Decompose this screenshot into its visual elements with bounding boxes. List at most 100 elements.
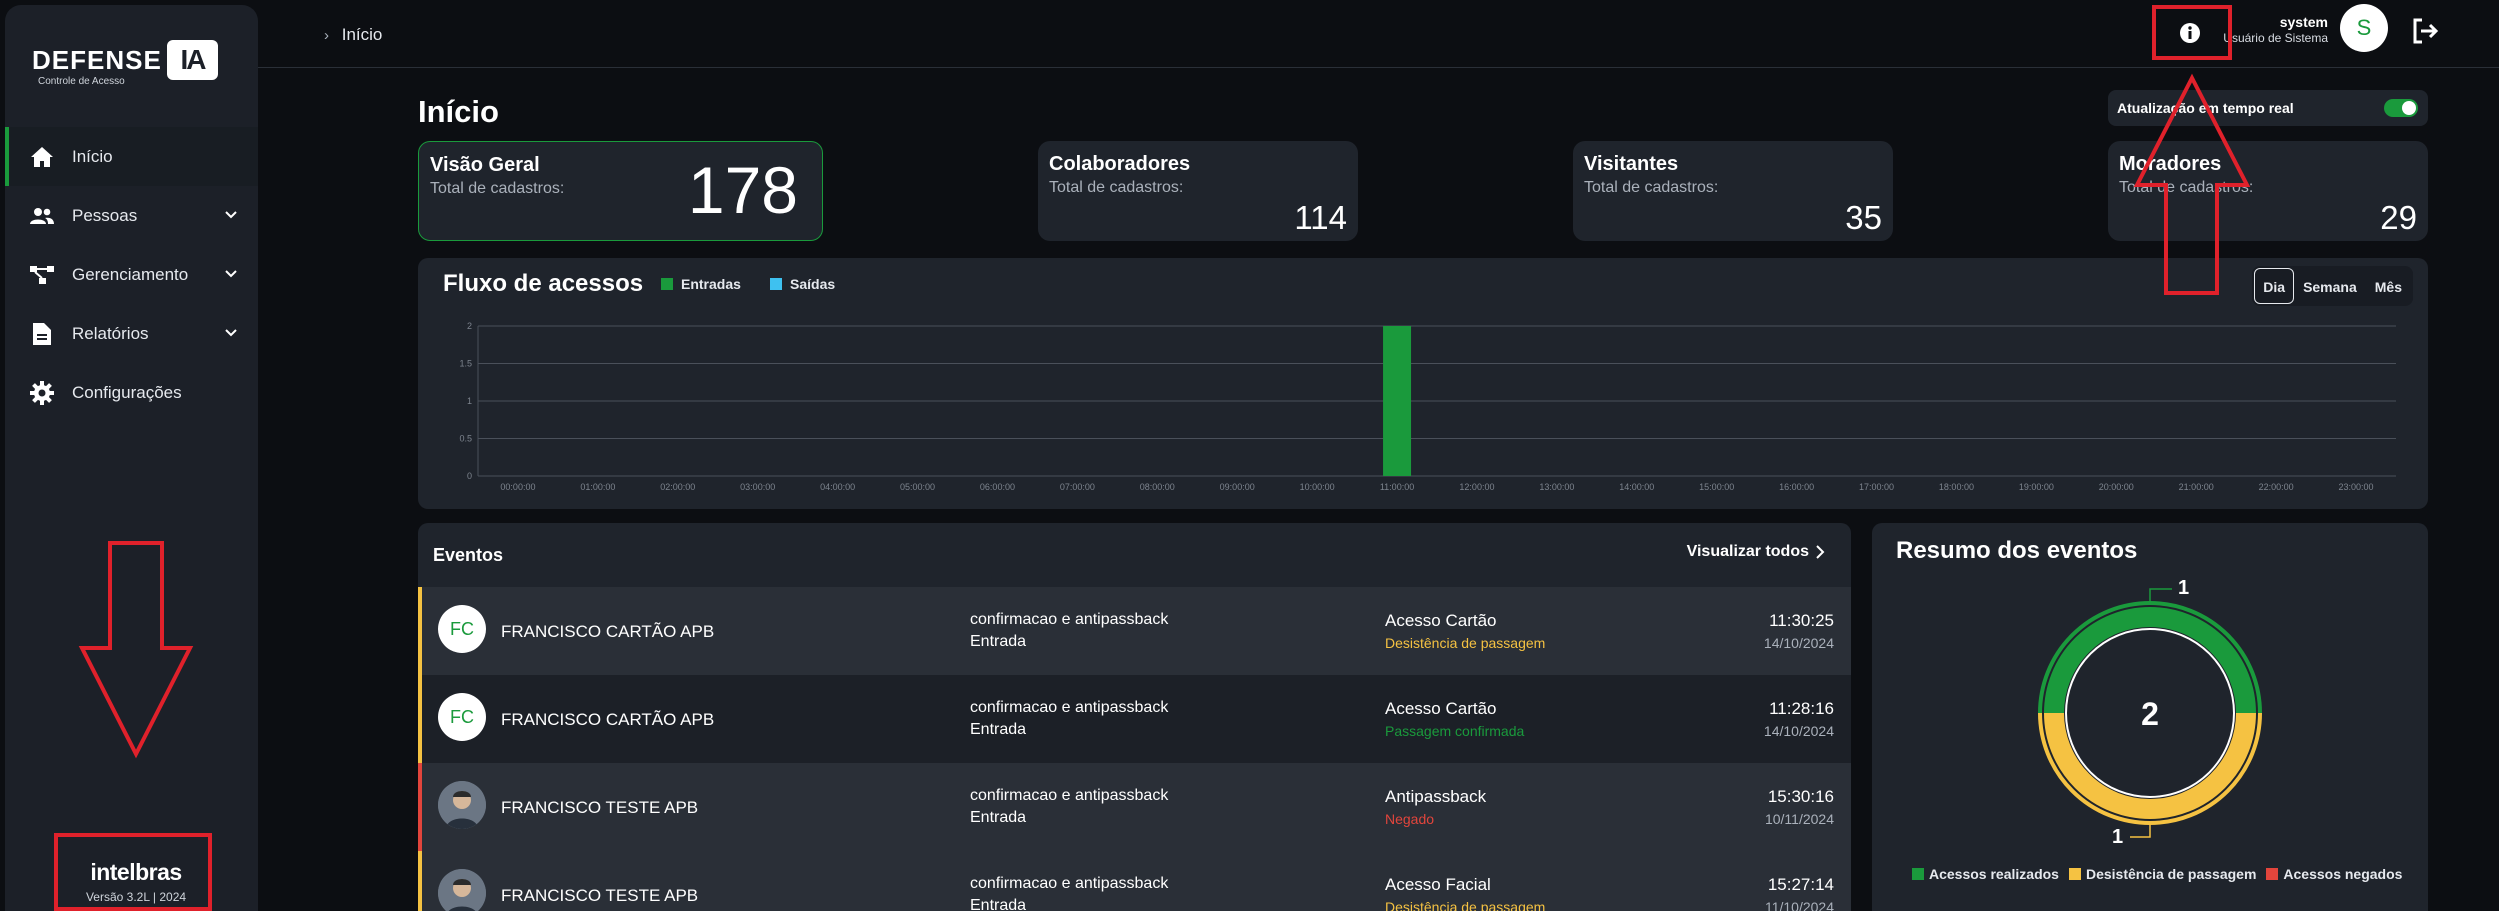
x-tick-label: 05:00:00 (900, 482, 935, 492)
x-tick-label: 22:00:00 (2259, 482, 2294, 492)
sidebar-item-gerenciamento[interactable]: Gerenciamento (5, 245, 258, 304)
home-icon (30, 145, 54, 169)
event-rule-name: confirmacao e antipassback (970, 787, 1169, 804)
event-person: FRANCISCO CARTÃO APB (501, 622, 715, 641)
event-direction: Entrada (970, 897, 1027, 911)
event-time: 15:30:16 (1767, 787, 1834, 806)
event-type: Antipassback (1385, 787, 1487, 806)
realtime-label: Atualização em tempo real (2117, 100, 2294, 116)
x-tick-label: 00:00:00 (500, 482, 535, 492)
event-direction: Entrada (970, 721, 1027, 738)
period-day-button[interactable]: Dia (2254, 268, 2295, 304)
legend-saidas[interactable]: Saídas (770, 276, 835, 292)
legend-realizados[interactable]: Acessos realizados (1912, 866, 2059, 882)
x-tick-label: 18:00:00 (1939, 482, 1974, 492)
legend-negados[interactable]: Acessos negados (2266, 866, 2402, 882)
x-tick-label: 06:00:00 (980, 482, 1015, 492)
event-status: Passagem confirmada (1385, 723, 1525, 739)
x-tick-label: 01:00:00 (580, 482, 615, 492)
event-status: Desistência de passagem (1385, 899, 1546, 911)
table-row[interactable]: FRANCISCO TESTE APB confirmacao e antipa… (418, 763, 1851, 851)
table-row[interactable]: FC FRANCISCO CARTÃO APB confirmacao e an… (418, 587, 1851, 675)
legend-entradas[interactable]: Entradas (661, 276, 741, 292)
event-rule: confirmacao e antipassback Entrada (970, 697, 1168, 741)
sidebar-item-label: Pessoas (72, 205, 138, 225)
period-month-button[interactable]: Mês (2366, 268, 2411, 304)
person-photo-icon (438, 781, 486, 829)
summary-legend: Acessos realizados Desistência de passag… (1912, 866, 2412, 882)
period-week-button[interactable]: Semana (2294, 268, 2366, 304)
event-time: 11:30:25 (1769, 611, 1834, 630)
events-panel: Eventos Visualizar todos FC FRANCISCO CA… (418, 523, 1851, 911)
event-direction: Entrada (970, 809, 1027, 826)
card-title: Visão Geral (430, 154, 540, 176)
x-tick-label: 04:00:00 (820, 482, 855, 492)
card-subtitle: Total de cadastros: (1584, 179, 1719, 196)
event-type: Acesso Cartão (1385, 611, 1497, 630)
event-person: FRANCISCO TESTE APB (501, 798, 699, 817)
card-value: 35 (1845, 199, 1882, 236)
card-overview: Visão Geral Total de cadastros: 178 (418, 141, 823, 241)
event-rule-name: confirmacao e antipassback (970, 611, 1169, 628)
event-date: 10/11/2024 (1764, 811, 1834, 827)
y-tick-label: 1 (467, 396, 472, 406)
x-tick-label: 11:00:00 (1380, 482, 1414, 492)
status-bar (418, 587, 422, 675)
card-title: Colaboradores (1049, 153, 1191, 175)
access-flow-panel: Fluxo de acessos Entradas Saídas Dia Sem… (418, 258, 2428, 509)
legend-swatch (661, 278, 673, 290)
card-title: Moradores (2119, 153, 2222, 175)
sidebar-item-relatorios[interactable]: Relatórios (5, 304, 258, 363)
user-role: Usuário de Sistema (2223, 31, 2328, 45)
legend-swatch (2068, 868, 2081, 880)
card-visitantes: Visitantes Total de cadastros: 35 (1573, 141, 1893, 241)
legend-label: Entradas (681, 276, 741, 292)
network-icon (30, 263, 54, 287)
y-tick-label: 2 (467, 321, 472, 331)
x-tick-label: 20:00:00 (2099, 482, 2134, 492)
x-tick-label: 19:00:00 (2019, 482, 2054, 492)
avatar: FC (438, 605, 486, 653)
legend-label: Acessos negados (2283, 866, 2403, 882)
legend-label: Desistência de passagem (2085, 866, 2257, 882)
x-tick-label: 12:00:00 (1459, 482, 1494, 492)
logout-button[interactable] (2410, 16, 2440, 46)
page-title: Início (418, 94, 499, 129)
legend-label: Saídas (790, 276, 836, 292)
event-date: 14/10/2024 (1763, 635, 1834, 651)
breadcrumb-item[interactable]: Início (342, 25, 383, 44)
status-bar (418, 675, 422, 763)
card-subtitle: Total de cadastros: (430, 180, 565, 197)
table-row[interactable]: FRANCISCO TESTE APB confirmacao e antipa… (418, 851, 1851, 911)
sidebar-item-label: Configurações (72, 382, 182, 402)
x-tick-label: 21:00:00 (2179, 482, 2214, 492)
card-value: 114 (1294, 199, 1347, 236)
view-all-link[interactable]: Visualizar todos (1687, 543, 1825, 561)
user-name: system (2279, 14, 2328, 30)
annotation-box-info (2152, 5, 2232, 60)
x-tick-label: 03:00:00 (740, 482, 775, 492)
legend-desistencia[interactable]: Desistência de passagem (2068, 866, 2257, 882)
avatar-photo (438, 781, 486, 829)
x-tick-label: 13:00:00 (1539, 482, 1574, 492)
event-rule: confirmacao e antipassback Entrada (970, 873, 1168, 911)
bar-entradas (1383, 326, 1412, 476)
event-direction: Entrada (970, 633, 1027, 650)
event-date: 11/10/2024 (1764, 899, 1834, 911)
chevron-down-icon (225, 329, 237, 337)
x-tick-label: 23:00:00 (2339, 482, 2374, 492)
event-rule: confirmacao e antipassback Entrada (970, 609, 1168, 653)
x-tick-label: 10:00:00 (1300, 482, 1335, 492)
sidebar-item-pessoas[interactable]: Pessoas (5, 186, 258, 245)
sidebar-item-configuracoes[interactable]: Configurações (5, 363, 258, 422)
chevron-right-icon (1816, 545, 1825, 559)
event-status: Desistência de passagem (1385, 635, 1546, 651)
table-row[interactable]: FC FRANCISCO CARTÃO APB confirmacao e an… (418, 675, 1851, 763)
people-icon (30, 204, 54, 228)
avatar[interactable]: S (2340, 4, 2388, 52)
card-title: Visitantes (1584, 153, 1679, 175)
status-bar (418, 851, 422, 911)
app-logo[interactable]: DEFENSE IA Controle de Acesso (32, 37, 222, 87)
realtime-toggle[interactable] (2384, 99, 2418, 117)
sidebar-item-inicio[interactable]: Início (5, 127, 258, 186)
